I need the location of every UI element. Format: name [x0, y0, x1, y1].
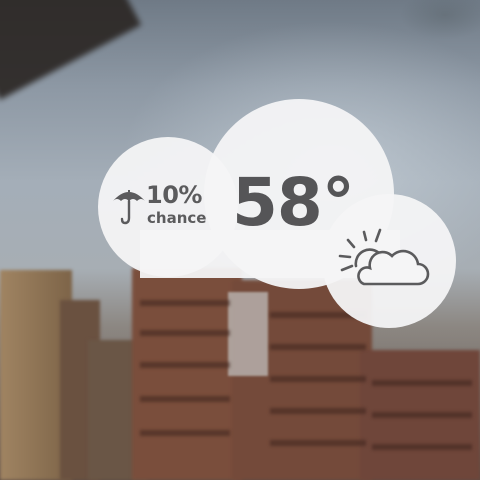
precip-chance-label: chance	[147, 209, 207, 227]
precip-chance-value: 10%	[146, 181, 202, 209]
umbrella-icon	[113, 190, 145, 225]
weather-widget[interactable]: 10% chance 58°	[0, 0, 480, 480]
partly-cloudy-icon	[338, 228, 430, 286]
